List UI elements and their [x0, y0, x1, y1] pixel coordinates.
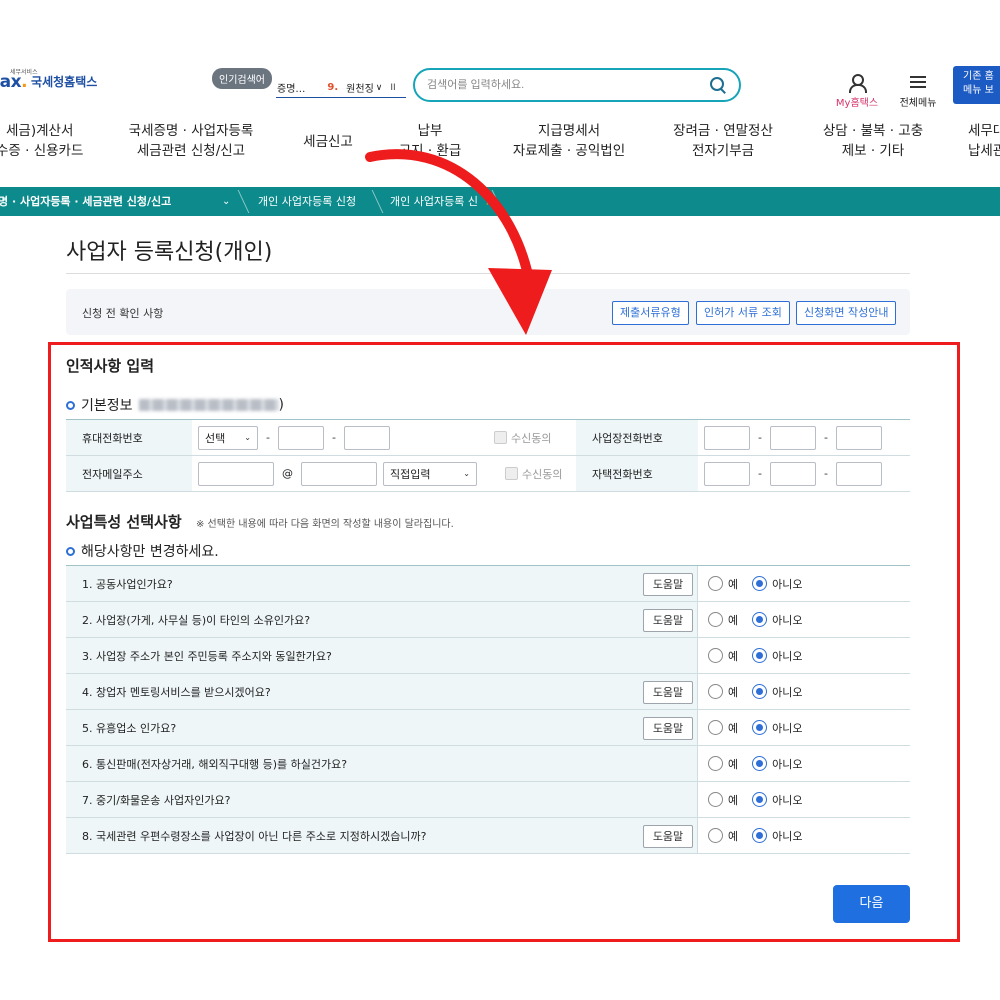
gnb-item-consulting[interactable]: 상담 · 불복 · 고충 제보 · 기타 — [818, 121, 928, 161]
gnb-item-payment[interactable]: 납부 고지 · 환급 — [398, 121, 462, 161]
pre-check-label: 신청 전 확인 사항 — [82, 307, 164, 320]
popular-search-ticker[interactable]: 증명… 9. 원천징 ∨ II — [276, 78, 406, 98]
my-hometax-label: My홈택스 — [835, 98, 879, 109]
search-input[interactable] — [427, 79, 709, 91]
my-hometax-link[interactable]: My홈택스 — [832, 74, 882, 109]
old-btn-line1: 기존 홈 — [963, 71, 994, 82]
pre-check-panel: 신청 전 확인 사항 제출서류유형 인허가 서류 조회 신청화면 작성안내 — [66, 289, 910, 335]
logo-small-text: 세무서비스 — [10, 69, 38, 76]
breadcrumb-item[interactable]: 개인 사업자등록 신청 — [258, 187, 356, 216]
search-icon[interactable] — [709, 76, 727, 94]
person-icon — [848, 74, 867, 93]
gnb-item-invoice[interactable]: 세금)계산서 수증 · 신용카드 — [0, 121, 83, 161]
popular-item[interactable]: 증명… — [277, 80, 305, 95]
pause-icon[interactable]: II — [390, 83, 395, 93]
document-type-button[interactable]: 제출서류유형 — [612, 301, 689, 325]
popular-item[interactable]: 원천징 — [346, 80, 374, 95]
gnb-item-statements[interactable]: 지급명세서 자료제출 · 공익법인 — [506, 121, 632, 161]
gnb-item-tax-agent[interactable]: 세무대 납세관 — [968, 121, 1000, 161]
hometax-logo[interactable]: 세무서비스 tax. 국세청홈택스 — [0, 69, 98, 92]
guide-button[interactable]: 신청화면 작성안내 — [796, 301, 897, 325]
all-menu-label: 전체메뉴 — [899, 98, 937, 109]
breadcrumb-separator — [360, 190, 384, 213]
all-menu-button[interactable]: 전체메뉴 — [896, 76, 940, 109]
title-divider — [66, 273, 910, 274]
old-btn-line2: 메뉴 보 — [963, 85, 994, 96]
popular-rank: 9. — [327, 82, 339, 93]
global-navigation: 세금)계산서 수증 · 신용카드 국세증명 · 사업자등록 세금관련 신청/신고 세… — [0, 121, 1000, 163]
gnb-item-incentives[interactable]: 장려금 · 연말정산 전자기부금 — [670, 121, 776, 161]
chevron-down-icon[interactable]: ∨ — [376, 83, 383, 93]
gnb-item-certificate[interactable]: 국세증명 · 사업자등록 세금관련 신청/신고 — [124, 121, 258, 161]
logo-name: 국세청홈택스 — [31, 75, 98, 89]
breadcrumb: 명 · 사업자등록 · 세금관련 신청/신고 ⌄ 개인 사업자등록 신청 개인 … — [0, 187, 1000, 216]
old-homepage-button[interactable]: 기존 홈 메뉴 보 — [953, 66, 1000, 104]
page-title: 사업자 등록신청(개인) — [66, 240, 273, 265]
permit-lookup-button[interactable]: 인허가 서류 조회 — [696, 301, 790, 325]
popular-search-tag: 인기검색어 — [212, 68, 272, 89]
breadcrumb-current: 개인 사업자등록 신 — [390, 195, 478, 208]
gnb-item-tax-filing[interactable]: 세금신고 — [300, 132, 356, 152]
search-box — [413, 68, 741, 102]
breadcrumb-item[interactable]: 명 · 사업자등록 · 세금관련 신청/신고 — [0, 187, 171, 216]
hamburger-icon — [910, 76, 926, 88]
highlight-frame — [48, 342, 960, 942]
